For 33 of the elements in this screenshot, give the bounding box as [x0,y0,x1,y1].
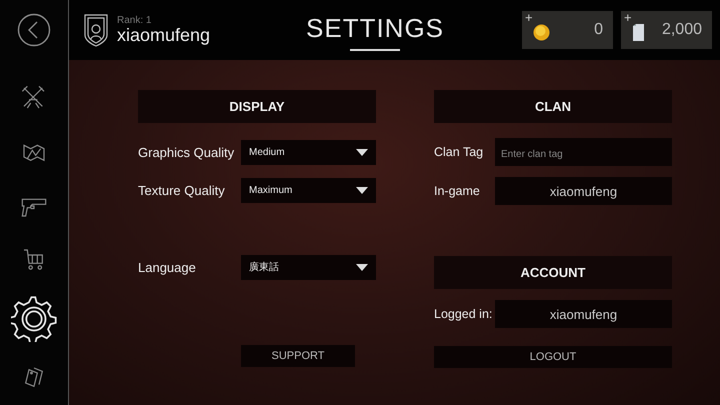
caret-icon [356,187,368,194]
dropdown[interactable]: 廣東話 [241,255,376,280]
text-field[interactable]: Enter clan tag [495,138,672,166]
shield-avatar-icon [83,13,109,47]
back-button[interactable] [17,13,51,47]
coin-icon [533,24,550,42]
currency-panel[interactable]: + 2,000 [621,11,712,49]
field-label: In-game [434,182,481,200]
plus-label[interactable]: + [624,8,632,28]
card-icon [632,23,645,42]
field-label: Clan Tag [434,144,484,161]
username: xiaomufeng [117,26,210,44]
plus-label[interactable]: + [525,8,533,28]
section-header: CLAN [434,90,672,123]
text-field[interactable]: xiaomufeng [495,177,672,205]
page-title: SETTINGS [306,12,444,45]
support-button[interactable]: SUPPORT [241,345,355,367]
rank-label: Rank: 1 [117,16,152,26]
field-label: Logged in: [434,306,494,323]
caret-icon [356,149,368,156]
dropdown[interactable]: Maximum [241,178,376,203]
amount-value: 0 [594,20,603,40]
setting-label: Language [138,258,197,277]
section-header: DISPLAY [138,90,376,123]
caret-icon [356,264,368,271]
dropdown[interactable]: Medium [241,140,376,165]
setting-label: Graphics Quality [138,144,236,162]
amount-value: 2,000 [662,20,702,40]
text-field[interactable]: xiaomufeng [495,300,672,328]
logout-button[interactable]: LOGOUT [434,346,672,368]
currency-panel[interactable]: + 0 [522,11,613,49]
setting-label: Texture Quality [138,182,226,200]
section-header: ACCOUNT [434,256,672,289]
